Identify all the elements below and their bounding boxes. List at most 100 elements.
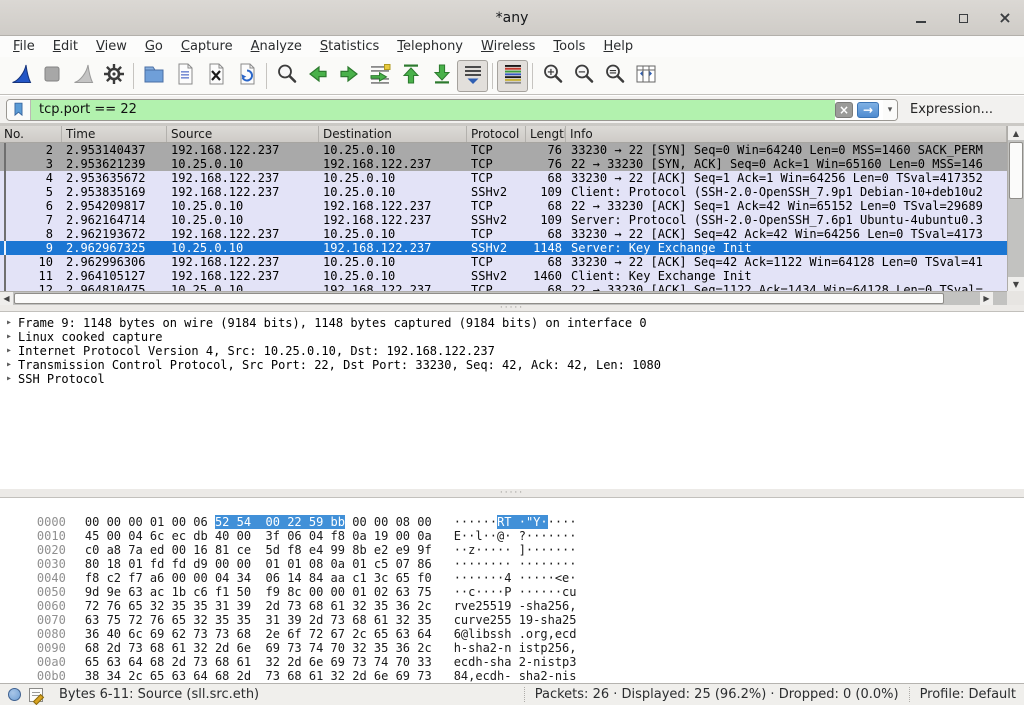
menu-item-statistics[interactable]: Statistics [311,37,388,56]
hscrollbar-thumb[interactable] [14,293,944,304]
reload-file-icon [235,62,259,90]
filter-bar: × → ▾ Expression... + [0,96,1024,123]
expression-button[interactable]: Expression... [910,102,993,117]
conversation-mark [4,171,6,185]
expert-info-icon[interactable] [8,688,21,701]
hex-offset: 0090 [37,641,73,655]
menu-bar: FileEditViewGoCaptureAnalyzeStatisticsTe… [0,36,1024,57]
column-header-length[interactable]: Length [526,126,566,142]
column-header-time[interactable]: Time [62,126,167,142]
menu-item-tools[interactable]: Tools [544,37,594,56]
restart-capture-button[interactable] [67,60,98,92]
filter-add-button[interactable]: + [1017,100,1024,119]
main-toolbar: +−= [0,57,1024,95]
expander-icon[interactable]: ▸ [0,316,18,330]
packet-destination: 192.168.122.237 [319,283,467,291]
go-back-button[interactable] [302,60,333,92]
packet-row-9[interactable]: 9 2.962967325 10.25.0.10 192.168.122.237… [0,241,1007,255]
find-packet-button[interactable] [271,60,302,92]
vscrollbar-thumb[interactable] [1009,142,1023,199]
svg-text:=: = [608,66,616,77]
window-controls: × [912,0,1014,36]
packet-row-6[interactable]: 6 2.954209817 10.25.0.10 192.168.122.237… [0,199,1007,213]
packet-row-5[interactable]: 5 2.953835169 192.168.122.237 10.25.0.10… [0,185,1007,199]
go-to-packet-button[interactable] [364,60,395,92]
packet-row-10[interactable]: 10 2.962996306 192.168.122.237 10.25.0.1… [0,255,1007,269]
filter-bookmark-button[interactable] [7,100,31,120]
hex-ascii: ··z····· ]······· [454,543,577,557]
maximize-button[interactable] [954,9,972,27]
scroll-left-arrow-icon[interactable]: ◀ [0,292,13,305]
colorize-button[interactable] [497,60,528,92]
expander-icon[interactable]: ▸ [0,358,18,372]
column-header-info[interactable]: Info [566,126,1007,142]
detail-row[interactable]: ▸ Internet Protocol Version 4, Src: 10.2… [0,344,1024,358]
packet-row-12[interactable]: 12 2.964810475 10.25.0.10 192.168.122.23… [0,283,1007,291]
packet-no: 10 [0,255,62,269]
go-forward-button[interactable] [333,60,364,92]
menu-item-wireless[interactable]: Wireless [472,37,544,56]
filter-apply-button[interactable]: → [857,102,879,118]
packet-row-8[interactable]: 8 2.962193672 192.168.122.237 10.25.0.10… [0,227,1007,241]
start-capture-icon [9,62,33,90]
packet-source: 10.25.0.10 [167,213,319,227]
capture-options-button[interactable] [98,60,129,92]
save-file-button[interactable] [169,60,200,92]
detail-row[interactable]: ▸ SSH Protocol [0,372,1024,386]
detail-row[interactable]: ▸ Linux cooked capture [0,330,1024,344]
hex-offset: 0050 [37,585,73,599]
zoom-original-button[interactable]: = [599,60,630,92]
pane-splitter-bottom[interactable]: ····· [0,489,1024,497]
menu-item-analyze[interactable]: Analyze [242,37,311,56]
expander-icon[interactable]: ▸ [0,344,18,358]
hex-row[interactable]: 000000 00 00 01 00 06 52 54 00 22 59 bb … [8,501,1024,515]
close-icon: × [998,10,1011,26]
packet-row-2[interactable]: 2 2.953140437 192.168.122.237 10.25.0.10… [0,143,1007,157]
display-filter-input[interactable] [31,100,835,120]
start-capture-button[interactable] [5,60,36,92]
zoom-out-button[interactable]: − [568,60,599,92]
close-button[interactable]: × [996,9,1014,27]
scroll-up-arrow-icon[interactable]: ▲ [1008,126,1024,140]
packet-row-4[interactable]: 4 2.953635672 192.168.122.237 10.25.0.10… [0,171,1007,185]
go-first-button[interactable] [395,60,426,92]
stop-capture-button[interactable] [36,60,67,92]
column-header-protocol[interactable]: Protocol [467,126,526,142]
menu-item-view[interactable]: View [87,37,136,56]
column-header-no[interactable]: No. [0,126,62,142]
packet-row-11[interactable]: 11 2.964105127 192.168.122.237 10.25.0.1… [0,269,1007,283]
open-file-button[interactable] [138,60,169,92]
profile-button[interactable]: Profile: Default [920,687,1016,702]
go-last-button[interactable] [426,60,457,92]
minimize-button[interactable] [912,9,930,27]
filter-clear-button[interactable]: × [835,102,853,118]
packet-info: Client: Key Exchange Init [566,269,1007,283]
menu-item-help[interactable]: Help [594,37,642,56]
packet-list-vscrollbar[interactable]: ▲ ▼ [1007,126,1024,291]
capture-comment-icon[interactable] [29,688,43,702]
column-header-destination[interactable]: Destination [319,126,467,142]
detail-row[interactable]: ▸ Frame 9: 1148 bytes on wire (9184 bits… [0,316,1024,330]
reload-file-button[interactable] [231,60,262,92]
go-back-icon [306,62,330,90]
scroll-right-arrow-icon[interactable]: ▶ [980,292,993,305]
packet-time: 2.953835169 [62,185,167,199]
column-header-source[interactable]: Source [167,126,319,142]
conversation-mark [4,269,6,283]
menu-item-telephony[interactable]: Telephony [388,37,472,56]
scroll-down-arrow-icon[interactable]: ▼ [1008,277,1024,291]
expander-icon[interactable]: ▸ [0,372,18,386]
expander-icon[interactable]: ▸ [0,330,18,344]
auto-scroll-button[interactable] [457,60,488,92]
packet-row-3[interactable]: 3 2.953621239 10.25.0.10 192.168.122.237… [0,157,1007,171]
packet-row-7[interactable]: 7 2.962164714 10.25.0.10 192.168.122.237… [0,213,1007,227]
menu-item-file[interactable]: File [4,37,44,56]
menu-item-go[interactable]: Go [136,37,172,56]
close-file-button[interactable] [200,60,231,92]
resize-columns-button[interactable] [630,60,661,92]
filter-dropdown-caret[interactable]: ▾ [883,100,897,120]
menu-item-capture[interactable]: Capture [172,37,242,56]
menu-item-edit[interactable]: Edit [44,37,87,56]
detail-row[interactable]: ▸ Transmission Control Protocol, Src Por… [0,358,1024,372]
zoom-in-button[interactable]: + [537,60,568,92]
